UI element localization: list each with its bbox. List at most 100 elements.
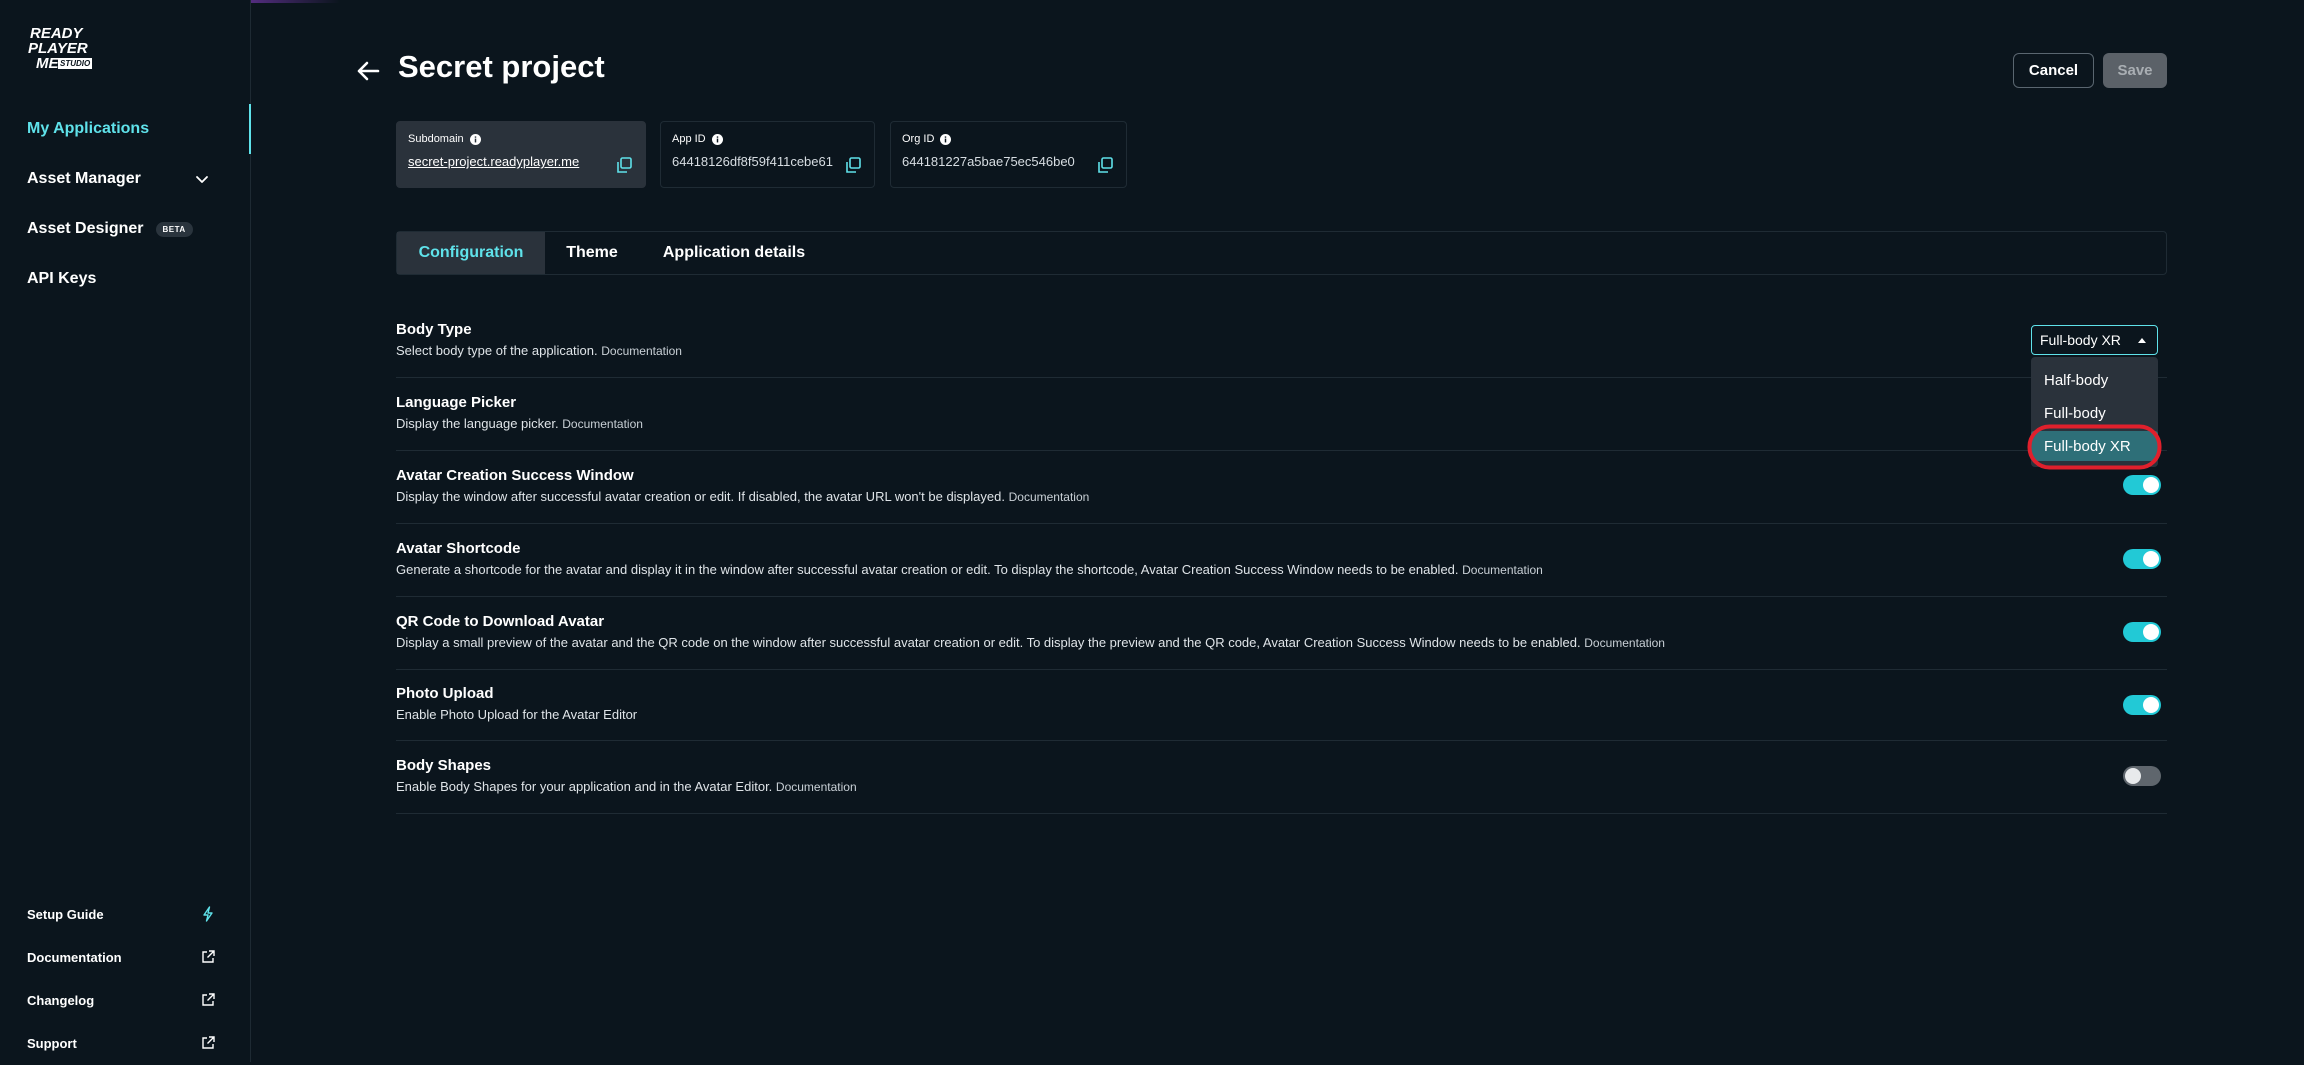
cancel-button[interactable]: Cancel [2013,53,2094,88]
info-icon[interactable] [469,133,481,145]
logo-line-2: PLAYER [28,40,88,57]
setting-description: Generate a shortcode for the avatar and … [396,562,1543,577]
setting-description: Display the language picker. Documentati… [396,416,643,431]
ready-player-me-logo[interactable]: READY PLAYER ME STUDIO [28,26,102,72]
documentation-link[interactable]: Documentation [601,344,682,358]
save-button[interactable]: Save [2103,53,2167,88]
lightning-icon [203,906,213,922]
tab-configuration[interactable]: Configuration [397,232,545,274]
success-window-toggle[interactable] [2123,475,2161,495]
sidebar-nav: My Applications Asset Manager Asset Desi… [0,104,251,304]
documentation-link[interactable]: Documentation [1009,490,1090,504]
sidebar-item-asset-designer[interactable]: Asset Designer BETA [0,204,250,254]
body-type-selected-value: Full-body XR [2040,332,2121,348]
sidebar-item-label: Asset Designer [27,220,144,237]
sidebar-item-label: My Applications [27,120,150,137]
photo-upload-toggle[interactable] [2123,695,2161,715]
body-type-select[interactable]: Full-body XR [2031,325,2158,355]
sidebar-item-changelog[interactable]: Changelog [0,979,250,1022]
setting-row-language-picker: Language Picker Display the language pic… [396,394,2167,451]
option-half-body[interactable]: Half-body [2031,365,2158,395]
org-id-label: Org ID [902,133,935,145]
sidebar: READY PLAYER ME STUDIO My Applications A… [0,0,251,1062]
sidebar-item-label: API Keys [27,270,97,287]
org-id-label-row: Org ID [902,133,1115,145]
sidebar-bottom-nav: Setup Guide Documentation Changelog Supp… [0,893,250,1065]
subdomain-label-row: Subdomain [408,133,634,145]
app-id-label-row: App ID [672,133,863,145]
subdomain-link[interactable]: secret-project.readyplayer.me [408,154,634,169]
documentation-link[interactable]: Documentation [1584,636,1665,650]
toggle-knob [2143,697,2159,713]
setting-description-text: Display the language picker. [396,416,559,431]
setting-description: Enable Photo Upload for the Avatar Edito… [396,707,637,722]
subdomain-card: Subdomain secret-project.readyplayer.me [396,121,646,188]
sidebar-item-label: Support [27,1036,77,1051]
documentation-link[interactable]: Documentation [776,780,857,794]
beta-badge: BETA [155,221,193,237]
sidebar-item-label: Documentation [27,950,122,965]
documentation-link[interactable]: Documentation [1462,563,1543,577]
sidebar-item-asset-manager[interactable]: Asset Manager [0,154,250,204]
documentation-link[interactable]: Documentation [562,417,643,431]
sidebar-item-label: Asset Manager [27,170,141,187]
setting-description: Display the window after successful avat… [396,489,1089,504]
setting-description-text: Enable Body Shapes for your application … [396,779,773,794]
setting-title: Avatar Creation Success Window [396,467,634,484]
setting-row-photo-upload: Photo Upload Enable Photo Upload for the… [396,685,2167,741]
setting-row-avatar-shortcode: Avatar Shortcode Generate a shortcode fo… [396,540,2167,597]
external-link-icon [202,950,215,963]
setting-title: Photo Upload [396,685,494,702]
setting-description-text: Display the window after successful avat… [396,489,1005,504]
setting-description: Select body type of the application. Doc… [396,343,682,358]
toggle-knob [2125,768,2141,784]
settings-tabs: Configuration Theme Application details [396,231,2167,275]
setting-row-qr-code: QR Code to Download Avatar Display a sma… [396,613,2167,670]
tab-theme[interactable]: Theme [545,232,639,274]
setting-description-text: Display a small preview of the avatar an… [396,635,1581,650]
setting-row-body-shapes: Body Shapes Enable Body Shapes for your … [396,757,2167,814]
copy-icon[interactable] [615,156,633,174]
setting-title: QR Code to Download Avatar [396,613,605,630]
body-shapes-toggle[interactable] [2123,766,2161,786]
setting-description: Display a small preview of the avatar an… [396,635,1665,650]
qr-code-toggle[interactable] [2123,622,2161,642]
setting-row-avatar-creation-success-window: Avatar Creation Success Window Display t… [396,467,2167,524]
setting-description-text: Enable Photo Upload for the Avatar Edito… [396,707,638,722]
sidebar-item-support[interactable]: Support [0,1022,250,1065]
avatar-shortcode-toggle[interactable] [2123,549,2161,569]
tab-application-details[interactable]: Application details [639,232,829,274]
setting-title: Avatar Shortcode [396,540,521,557]
org-id-card: Org ID 644181227a5bae75ec546be0 [890,121,1127,188]
sidebar-item-documentation[interactable]: Documentation [0,936,250,979]
external-link-icon [202,1036,215,1049]
setting-description: Enable Body Shapes for your application … [396,779,857,794]
setting-title: Language Picker [396,394,517,411]
info-icon[interactable] [711,133,723,145]
page-title: Secret project [398,49,605,84]
toggle-knob [2143,624,2159,640]
copy-icon[interactable] [1096,156,1114,174]
sidebar-item-my-applications[interactable]: My Applications [0,104,251,154]
sidebar-item-setup-guide[interactable]: Setup Guide [0,893,250,936]
copy-icon[interactable] [844,156,862,174]
highlight-annotation-ring [2027,424,2162,470]
back-arrow-icon[interactable] [354,57,382,85]
setting-title: Body Shapes [396,757,492,774]
sidebar-item-api-keys[interactable]: API Keys [0,254,250,304]
setting-title: Body Type [396,321,472,338]
app-id-card: App ID 64418126df8f59f411cebe61 [660,121,875,188]
logo-line-3: ME [36,55,59,72]
external-link-icon [202,993,215,1006]
info-icon[interactable] [940,133,952,145]
logo-line-1: READY [30,25,83,42]
app-id-label: App ID [672,133,706,145]
toggle-knob [2143,477,2159,493]
toggle-knob [2143,551,2159,567]
subdomain-label: Subdomain [408,133,464,145]
chevron-down-icon [196,176,208,183]
sidebar-item-label: Setup Guide [27,907,104,922]
org-id-value: 644181227a5bae75ec546be0 [902,154,1075,169]
setting-description-text: Generate a shortcode for the avatar and … [396,562,1459,577]
app-id-value: 64418126df8f59f411cebe61 [672,154,833,169]
